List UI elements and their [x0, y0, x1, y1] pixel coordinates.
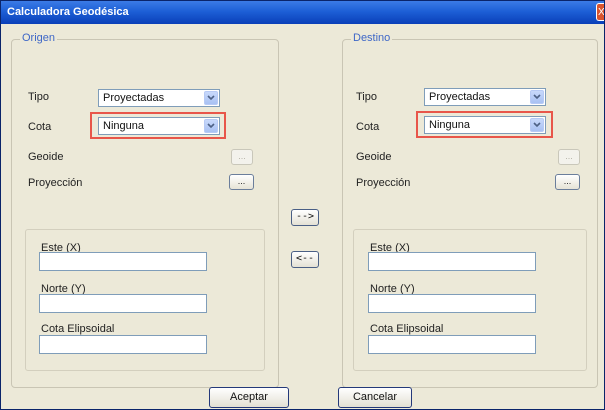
chevron-down-icon[interactable]	[204, 119, 218, 133]
chevron-down-icon[interactable]	[530, 118, 544, 132]
copy-to-destino-button[interactable]: -->	[291, 209, 319, 226]
calculadora-geodesica-window: Calculadora Geodésica X Origen Tipo Proy…	[0, 0, 605, 410]
copy-to-origen-button[interactable]: <--	[291, 251, 319, 268]
destino-tipo-label: Tipo	[356, 91, 377, 103]
origen-cota-value: Ninguna	[103, 120, 144, 132]
chevron-down-icon[interactable]	[530, 90, 544, 104]
aceptar-button[interactable]: Aceptar	[209, 387, 289, 408]
destino-geoide-label: Geoide	[356, 151, 392, 163]
destino-tipo-value: Proyectadas	[429, 91, 491, 103]
origen-cota-elipsoidal-label: Cota Elipsoidal	[41, 323, 115, 335]
origen-norte-input[interactable]	[39, 294, 207, 313]
destino-norte-input[interactable]	[368, 294, 536, 313]
origen-tipo-label: Tipo	[28, 91, 49, 103]
destino-este-input[interactable]	[368, 252, 536, 271]
destino-tipo-select[interactable]: Proyectadas	[424, 88, 546, 106]
origen-geoide-label: Geoide	[28, 151, 64, 163]
origen-geoide-button[interactable]: ...	[231, 149, 253, 165]
cancelar-button[interactable]: Cancelar	[338, 387, 412, 408]
origen-tipo-select[interactable]: Proyectadas	[98, 89, 220, 107]
origen-cota-elipsoidal-input[interactable]	[39, 335, 207, 354]
close-button[interactable]: X	[596, 3, 604, 21]
destino-cota-label: Cota	[356, 121, 380, 133]
origen-este-input[interactable]	[39, 252, 207, 271]
destino-cota-elipsoidal-label: Cota Elipsoidal	[370, 323, 444, 335]
origen-tipo-value: Proyectadas	[103, 92, 165, 104]
chevron-down-icon[interactable]	[204, 91, 218, 105]
origen-cota-select[interactable]: Ninguna	[98, 117, 220, 135]
destino-cota-value: Ninguna	[429, 119, 470, 131]
destino-geoide-button[interactable]: ...	[558, 149, 580, 165]
destino-legend: Destino	[351, 32, 393, 44]
origen-legend: Origen	[20, 32, 58, 44]
title-bar[interactable]: Calculadora Geodésica X	[1, 1, 604, 24]
destino-cota-elipsoidal-input[interactable]	[368, 335, 536, 354]
origen-cota-label: Cota	[28, 121, 52, 133]
origen-proyeccion-button[interactable]: ...	[229, 174, 254, 190]
origen-proyeccion-label: Proyección	[28, 177, 83, 189]
destino-proyeccion-button[interactable]: ...	[555, 174, 580, 190]
destino-proyeccion-label: Proyección	[356, 177, 411, 189]
destino-cota-select[interactable]: Ninguna	[424, 116, 546, 134]
window-title: Calculadora Geodésica	[7, 6, 129, 18]
